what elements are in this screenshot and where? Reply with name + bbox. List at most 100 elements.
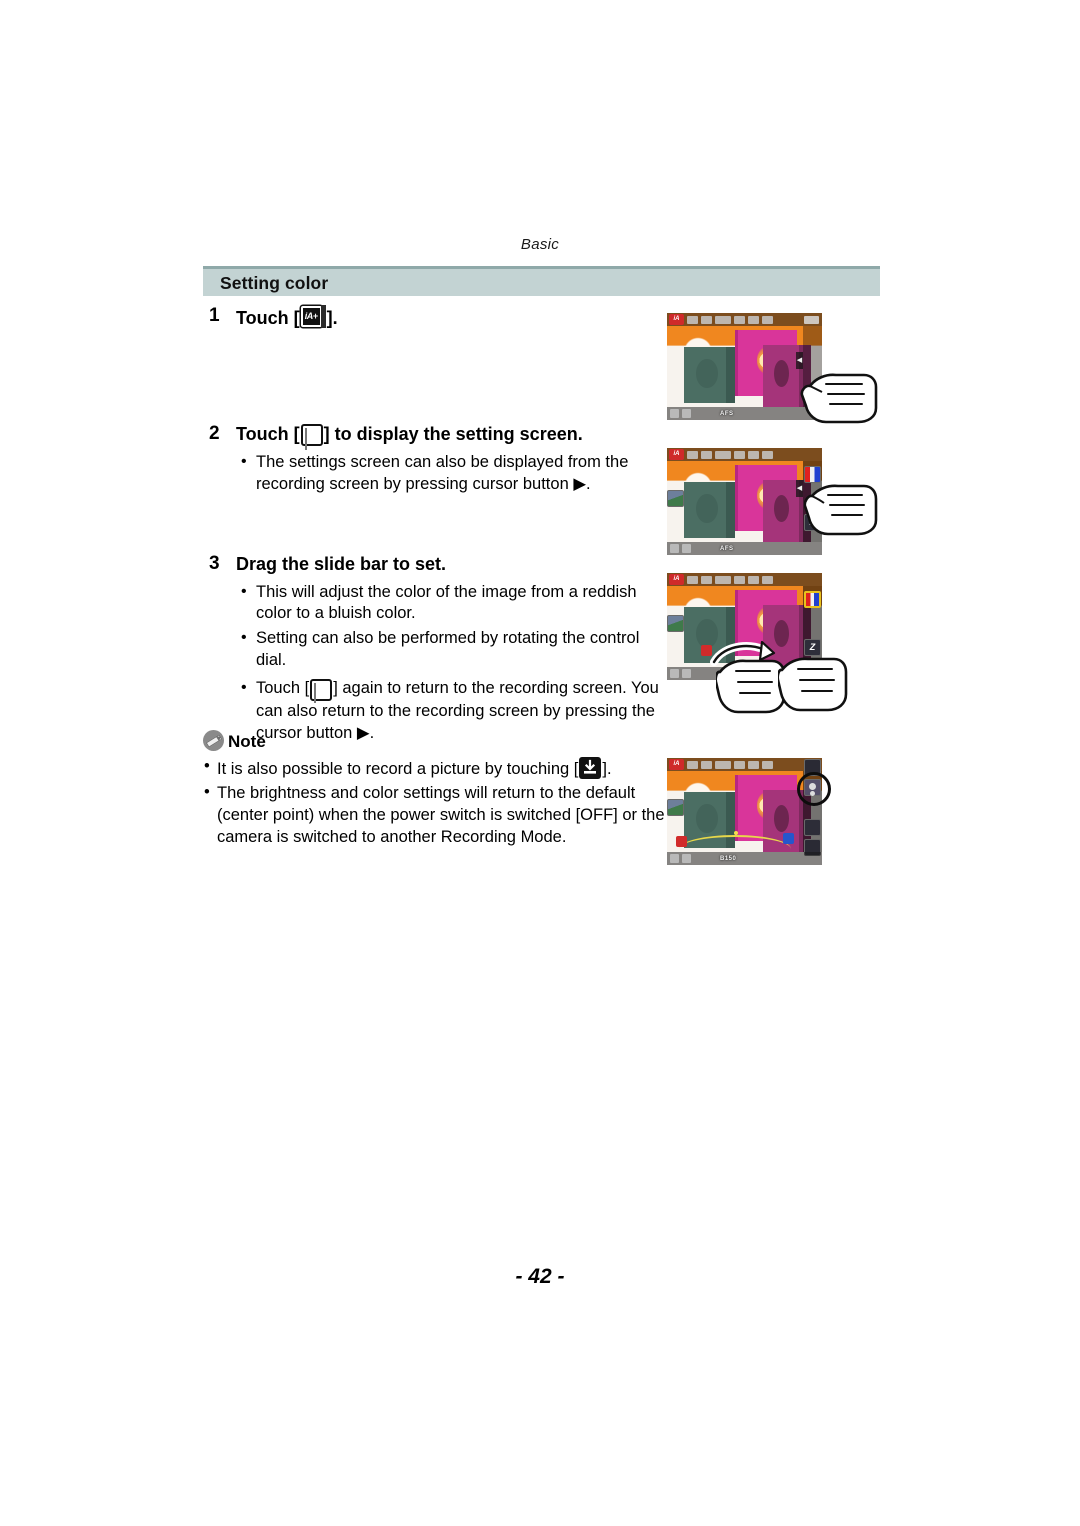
running-head: Basic	[520, 236, 560, 253]
note-item-1: • It is also possible to record a picture…	[203, 757, 673, 781]
status-icon	[748, 575, 759, 584]
status-icon	[687, 315, 698, 324]
exposure-readout: AFS	[720, 545, 734, 552]
ia-mode-badge: iA	[669, 314, 684, 325]
status-icon	[748, 760, 759, 769]
exposure-readout: AFS	[720, 410, 734, 417]
status-icon	[687, 450, 698, 459]
af-mode-icon	[670, 669, 679, 678]
step-1-number: 1	[209, 305, 220, 326]
status-icon	[762, 315, 773, 324]
af-mode-icon	[670, 409, 679, 418]
bullet-dot: •	[241, 453, 247, 470]
camera-status-bar: iA	[667, 573, 822, 586]
step-1-heading-before: Touch [	[236, 308, 300, 328]
bullet-dot: •	[241, 629, 247, 647]
status-icon	[762, 760, 773, 769]
menu-scene-button[interactable]	[667, 615, 684, 632]
metering-icon	[682, 409, 691, 418]
figure-step-2: iA Z ◀ AFS	[667, 448, 822, 555]
note-title: Note	[228, 732, 266, 751]
camera-bottom-bar: B150	[667, 852, 822, 865]
section-title: Setting color	[220, 273, 329, 293]
step-3-bullet-1-text: This will adjust the color of the image …	[256, 582, 637, 623]
menu-scene-button[interactable]	[667, 490, 684, 507]
status-icon	[748, 315, 759, 324]
step-3-bullet-1: • This will adjust the color of the image…	[239, 582, 663, 626]
pencil-note-icon	[203, 730, 224, 751]
status-icon	[701, 315, 712, 324]
shutter-record-icon	[579, 757, 602, 779]
step-3-bullet-2: • Setting can also be performed by rotati…	[239, 628, 663, 672]
hand-drag-illustration-right	[778, 648, 848, 712]
step-3-bullet-3-text-before: Touch [	[256, 679, 310, 698]
step-2-heading-after: ] to display the setting screen.	[323, 424, 583, 444]
status-icon	[734, 760, 745, 769]
menu-color-slider-button-selected[interactable]	[804, 591, 821, 608]
step-3-heading: Drag the slide bar to set.	[236, 554, 447, 574]
step-3: 3 Drag the slide bar to set. • This will …	[203, 553, 663, 745]
step-1-heading: Touch [iA+].	[236, 305, 663, 330]
step-3-bullet-2-text: Setting can also be performed by rotatin…	[256, 629, 640, 670]
step-2: 2 Touch [] to display the setting screen…	[203, 423, 663, 553]
status-icon	[715, 315, 731, 324]
camera-bottom-bar: AFS	[667, 542, 822, 555]
note-heading: Note	[203, 730, 673, 752]
status-icon	[748, 450, 759, 459]
metering-icon	[682, 544, 691, 553]
status-icon	[701, 575, 712, 584]
step-2-heading: Touch [] to display the setting screen.	[236, 423, 663, 450]
green-box	[684, 347, 736, 403]
note-block: Note • It is also possible to record a pi…	[203, 730, 673, 851]
status-icon	[687, 760, 698, 769]
figure-note: iA B150	[667, 758, 822, 865]
exposure-readout: B150	[720, 855, 737, 862]
menu-defocus-button[interactable]	[804, 819, 821, 836]
highlight-ring	[797, 772, 831, 806]
hand-drag-illustration-left	[716, 650, 786, 714]
note-item-2-text: The brightness and color settings will r…	[217, 783, 665, 846]
camera-live-view	[667, 758, 822, 865]
step-2-bullet-1: • The settings screen can also be display…	[239, 452, 663, 496]
battery-icon	[804, 315, 819, 324]
status-icon	[762, 450, 773, 459]
slide-bar-knob-blue[interactable]	[783, 832, 794, 844]
status-icon	[715, 450, 731, 459]
ia-mode-badge: iA	[669, 449, 684, 460]
steps-list: 1 Touch [iA+]. 2 Touch [] to display the…	[203, 305, 663, 748]
slide-bar-track	[679, 834, 791, 849]
menu-scene-button[interactable]	[667, 799, 684, 816]
step-3-body: • This will adjust the color of the image…	[239, 582, 663, 746]
camera-live-view	[667, 448, 822, 555]
step-1: 1 Touch [iA+].	[203, 305, 663, 423]
ia-plus-mode-icon: iA+	[300, 305, 326, 330]
step-1-heading-after: ].	[326, 308, 338, 328]
ia-mode-badge: iA	[669, 574, 684, 585]
figure-step-1: iA ◀ AFS 98	[667, 313, 822, 420]
menu-close-tab[interactable]: ◀	[796, 480, 803, 498]
status-icon	[734, 315, 745, 324]
bullet-dot: •	[204, 757, 210, 775]
status-icon	[687, 575, 698, 584]
metering-icon	[682, 854, 691, 863]
note-item-1-text-after: ].	[602, 760, 612, 778]
page-number: - 42 -	[515, 1265, 565, 1288]
color-slider-toggle-icon	[310, 679, 333, 704]
camera-status-bar: iA	[667, 758, 822, 771]
hand-tap-illustration-1	[800, 362, 878, 424]
step-2-bullet-1-text: The settings screen can also be displaye…	[256, 453, 629, 493]
step-3-number: 3	[209, 553, 220, 574]
note-item-2: • The brightness and color settings will …	[203, 783, 673, 849]
slide-bar-knob-red[interactable]	[676, 835, 688, 847]
step-2-number: 2	[209, 423, 220, 444]
section-header-band: Setting color	[203, 266, 880, 296]
metering-icon	[682, 669, 691, 678]
status-icon	[701, 450, 712, 459]
green-box	[684, 482, 736, 538]
note-item-1-text-before: It is also possible to record a picture …	[217, 760, 579, 778]
step-2-body: • The settings screen can also be display…	[239, 452, 663, 496]
camera-bottom-bar: AFS 98	[667, 407, 822, 420]
color-slide-bar[interactable]	[676, 829, 794, 849]
status-icon	[715, 575, 731, 584]
hand-tap-illustration-2	[804, 476, 878, 538]
